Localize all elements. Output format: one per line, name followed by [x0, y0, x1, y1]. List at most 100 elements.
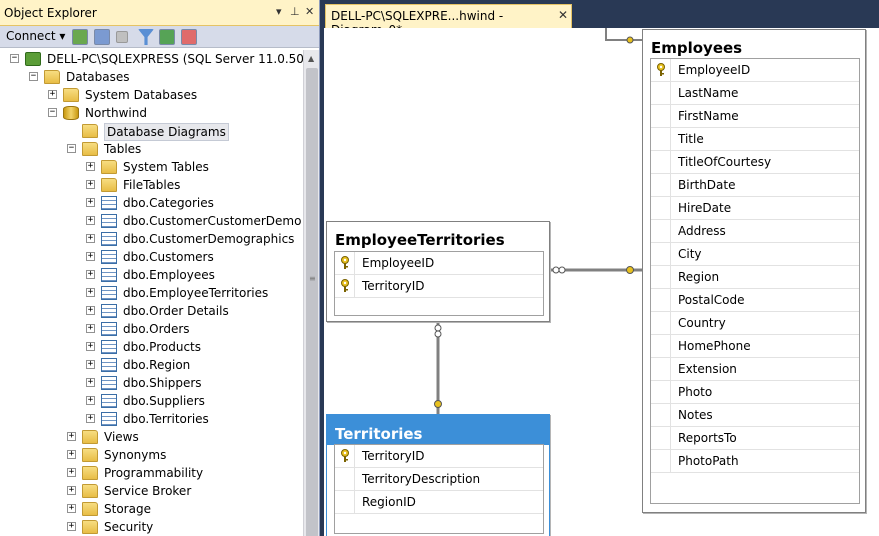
connect-object-icon[interactable] — [72, 29, 88, 45]
tree-node[interactable]: + dbo.Products — [0, 338, 303, 356]
row-selector[interactable] — [651, 266, 671, 288]
column-row[interactable]: Notes — [651, 404, 859, 427]
tree-node[interactable]: + dbo.Suppliers — [0, 392, 303, 410]
expand-icon[interactable]: + — [86, 396, 95, 405]
expand-icon[interactable]: + — [86, 270, 95, 279]
tree-node[interactable]: + dbo.Territories — [0, 410, 303, 428]
tree-node[interactable]: + dbo.Order Details — [0, 302, 303, 320]
tab-close-icon[interactable]: ✕ — [558, 8, 568, 22]
tree-node[interactable]: Database Diagrams — [0, 122, 303, 141]
tree-node[interactable]: + Synonyms — [0, 446, 303, 464]
column-row[interactable]: TerritoryID — [335, 445, 543, 468]
row-selector[interactable] — [651, 404, 671, 426]
row-selector[interactable] — [335, 491, 355, 513]
column-row[interactable]: City — [651, 243, 859, 266]
diagram-canvas[interactable]: EmployeeTerritories EmployeeID TerritoryI… — [324, 28, 879, 536]
tree-node[interactable]: + dbo.EmployeeTerritories — [0, 284, 303, 302]
pin-icon[interactable]: ⊥ — [290, 5, 300, 18]
row-selector[interactable] — [651, 243, 671, 265]
scroll-up-icon[interactable]: ▲ — [308, 54, 314, 63]
column-row[interactable]: Photo — [651, 381, 859, 404]
expand-icon[interactable]: + — [86, 234, 95, 243]
tree-node[interactable]: + Security — [0, 518, 303, 536]
row-selector[interactable] — [651, 427, 671, 449]
scroll-thumb[interactable] — [306, 68, 318, 536]
row-selector[interactable] — [651, 174, 671, 196]
tree-node[interactable]: + dbo.Shippers — [0, 374, 303, 392]
column-row[interactable]: HireDate — [651, 197, 859, 220]
expand-icon[interactable]: + — [86, 162, 95, 171]
expand-icon[interactable]: + — [86, 198, 95, 207]
tab-diagram[interactable]: DELL-PC\SQLEXPRE...hwind - Diagram_0* ✕ — [325, 4, 572, 37]
column-row[interactable]: HomePhone — [651, 335, 859, 358]
row-selector[interactable] — [651, 450, 671, 472]
expand-icon[interactable]: + — [67, 468, 76, 477]
tree-node[interactable]: + dbo.Region — [0, 356, 303, 374]
column-row[interactable]: LastName — [651, 82, 859, 105]
expand-icon[interactable]: + — [86, 288, 95, 297]
tree-node[interactable]: + FileTables — [0, 176, 303, 194]
column-row[interactable]: TerritoryID — [335, 275, 543, 298]
dropdown-icon[interactable]: ▾ — [276, 5, 282, 18]
row-selector[interactable] — [335, 468, 355, 490]
activity-monitor-icon[interactable] — [181, 29, 197, 45]
tree-node[interactable]: + dbo.Customers — [0, 248, 303, 266]
tree-node[interactable]: + System Databases — [0, 86, 303, 104]
expand-icon[interactable]: + — [48, 90, 57, 99]
tree-node[interactable]: + dbo.Categories — [0, 194, 303, 212]
column-row[interactable]: Region — [651, 266, 859, 289]
filter-icon[interactable] — [138, 29, 154, 45]
column-row[interactable]: RegionID — [335, 491, 543, 514]
tree-node[interactable]: − Databases — [0, 68, 303, 86]
tree-node[interactable]: − Tables — [0, 140, 303, 158]
column-row[interactable]: BirthDate — [651, 174, 859, 197]
expand-icon[interactable]: + — [86, 180, 95, 189]
connect-button[interactable]: Connect ▾ — [6, 29, 65, 43]
column-row[interactable]: Address — [651, 220, 859, 243]
column-row[interactable]: Extension — [651, 358, 859, 381]
row-selector[interactable] — [651, 128, 671, 150]
expand-icon[interactable]: + — [86, 378, 95, 387]
column-row[interactable]: EmployeeID — [651, 59, 859, 82]
close-icon[interactable]: ✕ — [305, 5, 314, 18]
disconnect-icon[interactable] — [94, 29, 110, 45]
table-employees[interactable]: Employees EmployeeID LastName FirstName Tit… — [642, 29, 866, 513]
expand-icon[interactable]: + — [86, 360, 95, 369]
tree-node[interactable]: + Views — [0, 428, 303, 446]
tree-node[interactable]: + dbo.Orders — [0, 320, 303, 338]
column-row[interactable]: TitleOfCourtesy — [651, 151, 859, 174]
row-selector[interactable] — [651, 381, 671, 403]
tree-node[interactable]: + dbo.CustomerDemographics — [0, 230, 303, 248]
column-row[interactable]: FirstName — [651, 105, 859, 128]
row-selector[interactable] — [651, 289, 671, 311]
expand-icon[interactable]: + — [67, 522, 76, 531]
column-row[interactable]: TerritoryDescription — [335, 468, 543, 491]
expand-icon[interactable]: + — [67, 450, 76, 459]
expand-icon[interactable]: + — [67, 432, 76, 441]
refresh-icon[interactable] — [159, 29, 175, 45]
collapse-icon[interactable]: − — [29, 72, 38, 81]
expand-icon[interactable]: + — [86, 252, 95, 261]
tree-node[interactable]: + Programmability — [0, 464, 303, 482]
table-employee-territories[interactable]: EmployeeTerritories EmployeeID TerritoryI… — [326, 221, 550, 322]
tree-node[interactable]: + dbo.CustomerCustomerDemo — [0, 212, 303, 230]
row-selector[interactable] — [651, 335, 671, 357]
row-selector[interactable] — [651, 220, 671, 242]
column-row[interactable]: Title — [651, 128, 859, 151]
column-row[interactable]: EmployeeID — [335, 252, 543, 275]
column-row[interactable]: PhotoPath — [651, 450, 859, 473]
expand-icon[interactable]: + — [86, 414, 95, 423]
tree-node[interactable]: − DELL-PC\SQLEXPRESS (SQL Server 11.0.505… — [0, 50, 303, 68]
collapse-icon[interactable]: − — [10, 54, 19, 63]
stop-icon[interactable] — [116, 31, 128, 43]
expand-icon[interactable]: + — [67, 486, 76, 495]
column-row[interactable]: ReportsTo — [651, 427, 859, 450]
collapse-icon[interactable]: − — [67, 144, 76, 153]
collapse-icon[interactable]: − — [48, 108, 57, 117]
tree-node[interactable]: + dbo.Employees — [0, 266, 303, 284]
column-row[interactable]: PostalCode — [651, 289, 859, 312]
expand-icon[interactable]: + — [86, 342, 95, 351]
expand-icon[interactable]: + — [67, 504, 76, 513]
tree-node[interactable]: + System Tables — [0, 158, 303, 176]
expand-icon[interactable]: + — [86, 306, 95, 315]
